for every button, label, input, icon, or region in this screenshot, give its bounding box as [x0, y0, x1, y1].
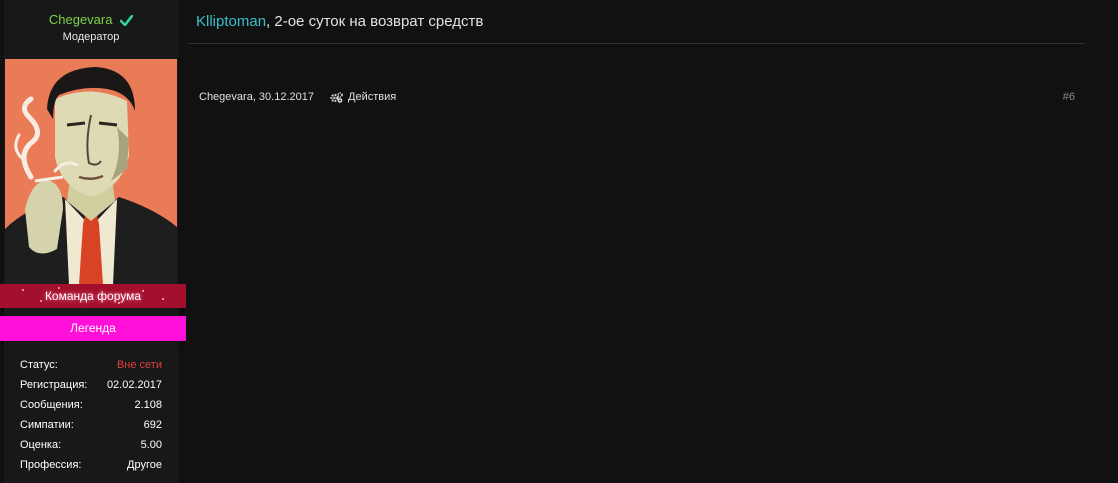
- avatar[interactable]: [5, 59, 177, 285]
- post-meta-link[interactable]: Chegevara, 30.12.2017: [199, 91, 314, 103]
- sparkle: [22, 289, 24, 291]
- user-stats: Статус: Вне сети Регистрация: 02.02.2017…: [20, 357, 162, 477]
- banner-legend-label: Легенда: [70, 321, 116, 335]
- stat-value: Другое: [127, 459, 162, 471]
- gears-icon: [330, 91, 343, 103]
- username-row: Chegevara: [4, 12, 178, 29]
- stat-row-rating: Оценка: 5.00: [20, 437, 162, 457]
- user-title: Модератор: [62, 31, 120, 43]
- page: Chegevara Модератор Команда форума Леген…: [0, 0, 1118, 483]
- post-number-link[interactable]: #6: [1063, 91, 1075, 103]
- sparkle: [142, 290, 144, 292]
- thread-title: Klliptoman, 2-ое суток на возврат средст…: [196, 13, 483, 30]
- status-value: Вне сети: [116, 359, 162, 371]
- actions-label: Действия: [348, 91, 397, 103]
- stat-label: Оценка:: [20, 439, 62, 451]
- stat-value: 692: [143, 419, 162, 431]
- stat-row-profession: Профессия: Другое: [20, 457, 162, 477]
- username-link[interactable]: Chegevara: [49, 12, 113, 27]
- stat-label: Симпатии:: [20, 419, 74, 431]
- actions-menu-button[interactable]: Действия: [330, 91, 396, 103]
- thread-title-text: , 2-ое суток на возврат средств: [266, 13, 484, 30]
- stat-row-likes: Симпатии: 692: [20, 417, 162, 437]
- stat-row-status: Статус: Вне сети: [20, 357, 162, 377]
- stat-label: Сообщения:: [20, 399, 83, 411]
- stat-label: Регистрация:: [20, 379, 88, 391]
- stat-value: 02.02.2017: [106, 379, 162, 391]
- stat-row-messages: Сообщения: 2.108: [20, 397, 162, 417]
- user-sidebar: Chegevara Модератор Команда форума Леген…: [0, 0, 186, 483]
- banner-forum-team: Команда форума: [0, 284, 186, 313]
- stat-label: Статус:: [20, 359, 58, 371]
- banner-forum-team-label: Команда форума: [44, 289, 142, 303]
- sparkle: [118, 302, 120, 304]
- divider: [188, 43, 1085, 44]
- check-icon: [119, 14, 134, 29]
- sparkle: [162, 298, 164, 300]
- banner-legend: Легенда: [0, 316, 186, 346]
- stat-label: Профессия:: [20, 459, 82, 471]
- stat-row-registration: Регистрация: 02.02.2017: [20, 377, 162, 397]
- stat-value[interactable]: 2.108: [134, 397, 162, 417]
- sparkle: [58, 287, 60, 289]
- sparkle: [40, 300, 42, 302]
- stat-value: 5.00: [140, 439, 162, 451]
- thread-title-user-link[interactable]: Klliptoman: [196, 13, 266, 30]
